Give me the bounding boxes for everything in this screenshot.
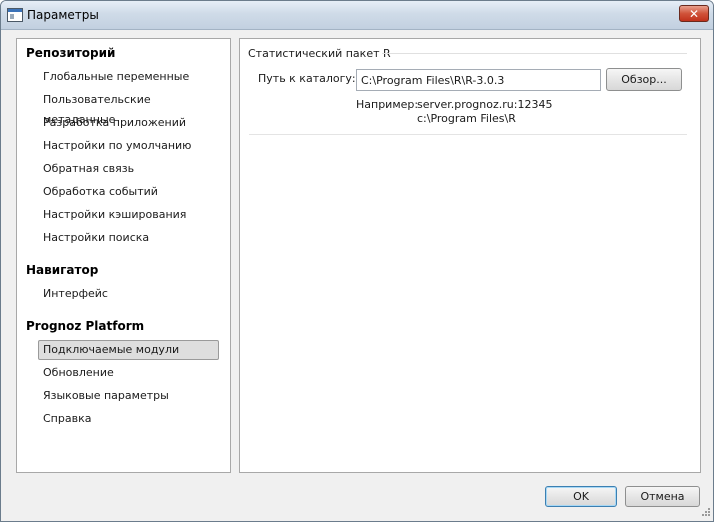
- resize-grip-icon[interactable]: [701, 507, 711, 517]
- browse-button[interactable]: Обзор...: [606, 68, 682, 91]
- sidebar-item-search-settings[interactable]: Настройки поиска: [39, 228, 219, 248]
- sidebar-item-app-development[interactable]: Разработка приложений: [39, 113, 219, 133]
- category-header-prognoz-platform: Prognoz Platform: [26, 319, 145, 333]
- content-separator: [249, 134, 687, 135]
- sidebar-item-help[interactable]: Справка: [39, 409, 219, 429]
- sidebar-item-caching-settings[interactable]: Настройки кэширования: [39, 205, 219, 225]
- sidebar-item-feedback[interactable]: Обратная связь: [39, 159, 219, 179]
- sidebar-item-global-variables[interactable]: Глобальные переменные: [39, 67, 219, 87]
- r-path-input[interactable]: [356, 69, 601, 91]
- ok-button[interactable]: OK: [545, 486, 617, 507]
- close-button[interactable]: ✕: [679, 5, 709, 22]
- example-server: server.prognoz.ru:12345: [417, 98, 553, 111]
- example-label: Например:: [356, 98, 419, 111]
- sidebar-item-language-settings[interactable]: Языковые параметры: [39, 386, 219, 406]
- path-label: Путь к каталогу:: [258, 72, 356, 85]
- sidebar-item-plugins[interactable]: Подключаемые модули: [38, 340, 219, 360]
- sidebar-item-event-handling[interactable]: Обработка событий: [39, 182, 219, 202]
- category-header-navigator: Навигатор: [26, 263, 99, 277]
- sidebar-item-interface[interactable]: Интерфейс: [39, 284, 219, 304]
- sidebar-item-default-settings[interactable]: Настройки по умолчанию: [39, 136, 219, 156]
- settings-content-panel: Статистический пакет R Путь к каталогу: …: [239, 38, 701, 473]
- cancel-button[interactable]: Отмена: [625, 486, 700, 507]
- group-divider: [382, 53, 687, 54]
- window-title: Параметры: [27, 8, 99, 22]
- sidebar-item-update[interactable]: Обновление: [39, 363, 219, 383]
- sidebar-item-user-metadata[interactable]: Пользовательские метаданные: [39, 90, 219, 126]
- settings-dialog: Параметры ✕ Репозиторий Глобальные перем…: [0, 0, 714, 522]
- settings-category-list: Репозиторий Глобальные переменные Пользо…: [16, 38, 231, 473]
- example-path: c:\Program Files\R: [417, 112, 516, 125]
- app-window-icon: [7, 8, 23, 22]
- title-bar[interactable]: Параметры ✕: [1, 1, 713, 30]
- category-header-repository: Репозиторий: [26, 46, 116, 60]
- group-title-r-package: Статистический пакет R: [248, 47, 391, 60]
